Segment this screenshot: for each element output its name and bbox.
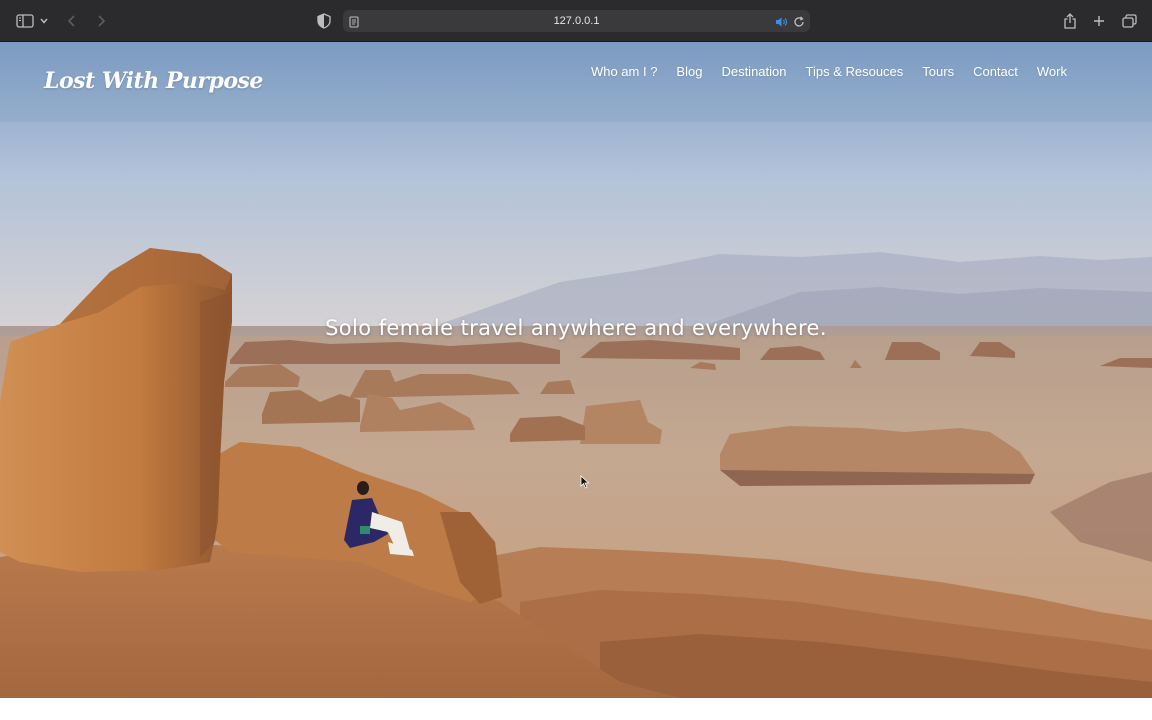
forward-arrow-icon[interactable] [90,10,112,32]
browser-toolbar: 127.0.0.1 [0,0,1152,42]
nav-tours[interactable]: Tours [922,64,954,79]
hero-tagline: Solo female travel anywhere and everywhe… [325,316,827,341]
share-icon[interactable] [1059,10,1081,32]
url-text[interactable]: 127.0.0.1 [343,10,810,32]
nav-contact[interactable]: Contact [973,64,1018,79]
shield-icon[interactable] [313,10,335,32]
main-nav: Who am I ? Blog Destination Tips & Resou… [591,64,1067,79]
sidebar-icon[interactable] [14,10,36,32]
website: Lost With Purpose Who am I ? Blog Destin… [0,42,1152,698]
mouse-cursor-icon [580,475,590,494]
nav-tips-resources[interactable]: Tips & Resouces [806,64,904,79]
address-bar[interactable]: 127.0.0.1 [343,10,810,32]
plus-icon[interactable] [1088,10,1110,32]
nav-work[interactable]: Work [1037,64,1067,79]
reload-icon[interactable] [793,15,805,33]
chevron-down-icon[interactable] [36,10,52,32]
speaker-icon[interactable] [775,15,788,33]
nav-blog[interactable]: Blog [676,64,702,79]
nav-destination[interactable]: Destination [721,64,786,79]
back-arrow-icon[interactable] [61,10,83,32]
nav-who-am-i[interactable]: Who am I ? [591,64,657,79]
hero-image [0,42,1152,698]
tabs-overview-icon[interactable] [1118,10,1140,32]
site-logo[interactable]: Lost With Purpose [44,68,263,94]
